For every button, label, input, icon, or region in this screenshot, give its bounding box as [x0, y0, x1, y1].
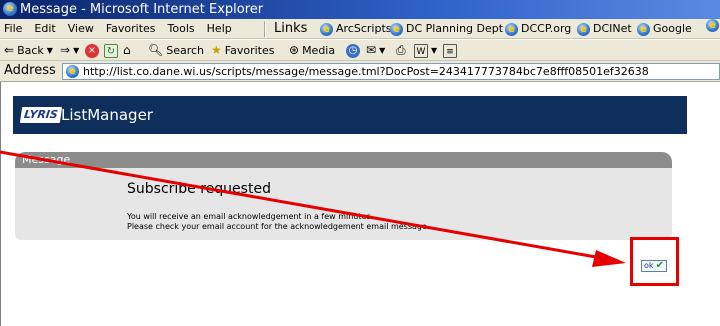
- link-dcinet[interactable]: e DCINet: [577, 19, 632, 39]
- menu-help[interactable]: Help: [201, 19, 238, 39]
- home-icon: ⌂: [123, 43, 131, 57]
- dropdown-icon: ▼: [431, 46, 438, 55]
- search-label: Search: [166, 44, 205, 57]
- mail-button[interactable]: ✉ ▼: [366, 40, 385, 61]
- lyris-logo: LYRIS: [19, 107, 62, 123]
- address-bar: Address e http://list.co.dane.wi.us/scri…: [0, 61, 720, 82]
- link-label: DC Planning Dept: [406, 22, 504, 35]
- message-panel-header: Message: [15, 152, 672, 168]
- history-icon: ◷: [346, 43, 360, 58]
- ie-page-icon: e: [505, 22, 518, 36]
- ie-page-icon: e: [706, 19, 719, 32]
- edit-icon: W: [414, 43, 428, 58]
- browser-window: e Message - Microsoft Internet Explorer …: [0, 0, 720, 326]
- window-title: Message - Microsoft Internet Explorer: [20, 2, 264, 17]
- dropdown-icon: ▼: [379, 46, 386, 55]
- message-line: Please check your email account for the …: [127, 222, 430, 231]
- discuss-icon: ≡: [443, 43, 457, 58]
- menu-favorites[interactable]: Favorites: [100, 19, 162, 39]
- menu-bar: File Edit View Favorites Tools Help Links e A…: [0, 19, 720, 39]
- ie-page-icon: e: [320, 22, 333, 36]
- link-label: ArcScripts: [336, 22, 392, 35]
- ie-page-icon: e: [66, 65, 79, 78]
- message-line: You will receive an email acknowledgemen…: [127, 212, 374, 221]
- favorites-label: Favorites: [224, 44, 275, 57]
- ie-page-icon: e: [577, 22, 590, 36]
- back-arrow-icon: ⇐: [4, 43, 15, 57]
- discuss-button[interactable]: ≡: [443, 40, 457, 61]
- favorites-button[interactable]: ★ Favorites: [211, 40, 274, 61]
- standard-toolbar: ⇐ Back ▼ ⇒ ▼ × ↻ ⌂ 🔍︎ Search ★ Favorites…: [0, 40, 720, 61]
- back-label: Back: [17, 44, 44, 57]
- stop-icon: ×: [85, 43, 99, 58]
- ie-page-icon: e: [390, 22, 403, 36]
- dropdown-icon: ▼: [46, 46, 53, 55]
- link-dccp-org[interactable]: e DCCP.org: [505, 19, 571, 39]
- address-label: Address: [4, 63, 56, 78]
- favorites-icon: ★: [211, 43, 222, 57]
- media-button[interactable]: ⊛ Media: [289, 40, 335, 61]
- link-label: Google: [653, 22, 692, 35]
- menu-edit[interactable]: Edit: [28, 19, 61, 39]
- search-icon: 🔍︎: [148, 43, 164, 57]
- edit-button[interactable]: W ▼: [414, 40, 437, 61]
- back-button[interactable]: ⇐ Back ▼: [4, 40, 53, 61]
- message-panel: Message Subscribe requested You will rec…: [15, 152, 672, 240]
- message-heading: Subscribe requested: [127, 181, 271, 197]
- refresh-button[interactable]: ↻: [104, 40, 118, 61]
- links-label: Links: [274, 21, 308, 36]
- dropdown-icon: ▼: [73, 46, 80, 55]
- menu-file[interactable]: File: [0, 19, 28, 39]
- ok-button[interactable]: ok ✔: [641, 260, 667, 272]
- app-title: ListManager: [61, 106, 153, 124]
- history-button[interactable]: ◷: [346, 40, 360, 61]
- search-button[interactable]: 🔍︎ Search: [148, 40, 204, 61]
- internet-explorer-icon: e: [3, 2, 17, 16]
- forward-button[interactable]: ⇒ ▼: [60, 40, 79, 61]
- stop-button[interactable]: ×: [85, 40, 99, 61]
- lyris-banner: LYRIS ListManager: [13, 96, 687, 134]
- menu-tools[interactable]: Tools: [162, 19, 201, 39]
- link-label: DCCP.org: [521, 22, 572, 35]
- print-icon: ⎙: [396, 43, 406, 57]
- home-button[interactable]: ⌂: [123, 40, 131, 61]
- ie-page-icon: e: [637, 22, 650, 36]
- address-input[interactable]: e http://list.co.dane.wi.us/scripts/mess…: [62, 63, 720, 80]
- media-label: Media: [302, 44, 336, 57]
- link-overflow[interactable]: e: [706, 19, 719, 32]
- refresh-icon: ↻: [104, 43, 118, 58]
- print-button[interactable]: ⎙: [396, 40, 406, 61]
- address-url: http://list.co.dane.wi.us/scripts/messag…: [83, 65, 649, 78]
- checkmark-icon: ✔: [655, 260, 664, 271]
- ok-label: ok: [644, 261, 654, 270]
- link-google[interactable]: e Google: [637, 19, 692, 39]
- link-dc-planning-dept[interactable]: e DC Planning Dept: [390, 19, 503, 39]
- forward-arrow-icon: ⇒: [60, 43, 71, 57]
- menu-view[interactable]: View: [62, 19, 100, 39]
- page-content: LYRIS ListManager Message Subscribe requ…: [0, 82, 720, 326]
- media-icon: ⊛: [289, 43, 300, 57]
- link-arcscripts[interactable]: e ArcScripts: [320, 19, 392, 39]
- title-bar: e Message - Microsoft Internet Explorer: [0, 0, 720, 19]
- menu-separator: [264, 21, 266, 37]
- link-label: DCINet: [593, 22, 632, 35]
- mail-icon: ✉: [366, 43, 377, 57]
